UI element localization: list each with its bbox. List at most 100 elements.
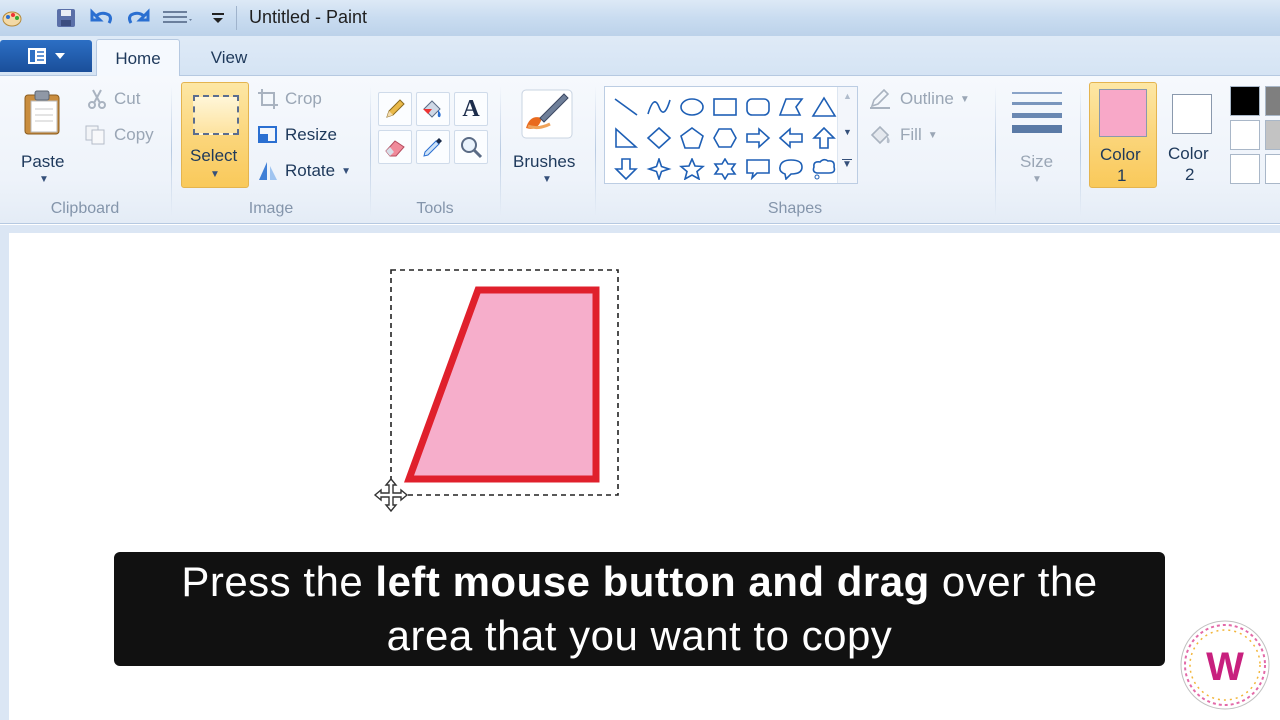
up-arrow-shape-icon[interactable] (807, 122, 840, 153)
chevron-down-icon: ▼ (341, 165, 351, 177)
tutorial-caption: Press the left mouse button and drag ove… (114, 552, 1165, 666)
paste-label: Paste (21, 152, 65, 171)
title-separator (236, 6, 237, 30)
select-label: Select (190, 146, 238, 165)
crop-button[interactable]: Crop (257, 88, 322, 110)
group-separator (370, 86, 371, 216)
properties-icon[interactable] (160, 6, 196, 30)
tab-home[interactable]: Home (96, 39, 180, 77)
oval-shape-icon[interactable] (675, 91, 708, 122)
text-icon[interactable]: A (454, 92, 488, 126)
brushes-button[interactable]: Brushes ▼ (508, 82, 586, 188)
tools-group-label: Tools (416, 200, 454, 217)
paint-app-icon[interactable] (0, 6, 24, 30)
chevron-down-icon (55, 53, 65, 59)
outline-button[interactable]: Outline ▼ (868, 88, 970, 110)
five-point-star-shape-icon[interactable] (675, 153, 708, 184)
chevron-down-icon: ▼ (959, 93, 970, 105)
color1-swatch (1099, 89, 1147, 137)
image-group-label: Image (248, 200, 294, 217)
rounded-rectangle-shape-icon[interactable] (741, 91, 774, 122)
select-button[interactable]: Select ▼ (181, 82, 249, 188)
polygon-shape-icon[interactable] (774, 91, 807, 122)
magnifier-icon[interactable] (454, 130, 488, 164)
clipboard-icon (24, 90, 60, 135)
cut-button[interactable]: Cut (86, 88, 140, 110)
color1-button[interactable]: Color 1 (1089, 82, 1157, 188)
crop-label: Crop (285, 89, 322, 108)
color2-button[interactable]: Color 2 (1160, 82, 1222, 188)
undo-icon[interactable] (90, 6, 114, 30)
group-separator (500, 86, 501, 216)
expand-gallery-icon[interactable]: ▼ (842, 159, 852, 170)
paste-button[interactable]: Paste ▼ (10, 82, 76, 188)
shapes-gallery: ▲ ▼ ▼ (604, 86, 858, 184)
oval-callout-shape-icon[interactable] (774, 153, 807, 184)
watermark-logo: W (1176, 616, 1274, 714)
chevron-down-icon: ▼ (210, 169, 220, 180)
palette-swatch[interactable] (1230, 86, 1260, 116)
redo-icon[interactable] (126, 6, 150, 30)
resize-button[interactable]: Resize (257, 124, 337, 146)
resize-label: Resize (285, 125, 337, 144)
fill-icon (870, 125, 890, 145)
rectangle-shape-icon[interactable] (708, 91, 741, 122)
fill-bucket-icon[interactable] (416, 92, 450, 126)
copy-icon (85, 125, 105, 145)
diamond-shape-icon[interactable] (642, 122, 675, 153)
line-size-icon (1012, 92, 1062, 133)
group-separator (1080, 86, 1081, 216)
tools-grid: A (378, 92, 488, 164)
size-button[interactable]: Size ▼ (1004, 82, 1068, 188)
size-label: Size (1020, 152, 1054, 171)
right-arrow-shape-icon[interactable] (741, 122, 774, 153)
ribbon-tab-row: Home View (0, 36, 1280, 77)
caption-line-2: area that you want to copy (386, 612, 893, 659)
color1-number: 1 (1117, 166, 1127, 185)
cloud-callout-shape-icon[interactable] (807, 153, 840, 184)
chevron-down-icon: ▼ (1032, 174, 1042, 185)
scroll-down-icon[interactable]: ▼ (843, 127, 852, 137)
line-shape-icon[interactable] (609, 91, 642, 122)
palette-swatch[interactable] (1265, 120, 1280, 150)
pentagon-shape-icon[interactable] (675, 122, 708, 153)
color-picker-icon[interactable] (416, 130, 450, 164)
pencil-icon[interactable] (378, 92, 412, 126)
shapes-group-label: Shapes (767, 200, 823, 217)
color2-label: Color (1168, 144, 1209, 163)
palette-swatch[interactable] (1230, 120, 1260, 150)
left-arrow-shape-icon[interactable] (774, 122, 807, 153)
file-menu-button[interactable] (0, 40, 92, 72)
hexagon-shape-icon[interactable] (708, 122, 741, 153)
eraser-icon[interactable] (378, 130, 412, 164)
color2-number: 2 (1185, 165, 1195, 184)
triangle-shape-icon[interactable] (807, 91, 840, 122)
six-point-star-shape-icon[interactable] (708, 153, 741, 184)
customize-icon[interactable] (206, 6, 230, 30)
curve-shape-icon[interactable] (642, 91, 675, 122)
down-arrow-shape-icon[interactable] (609, 153, 642, 184)
copy-button[interactable]: Copy (84, 124, 154, 146)
rectangular-callout-shape-icon[interactable] (741, 153, 774, 184)
palette-swatch[interactable] (1230, 154, 1260, 184)
tab-view[interactable]: View (190, 40, 268, 76)
rotate-button[interactable]: Rotate ▼ (257, 160, 351, 182)
save-icon[interactable] (54, 6, 78, 30)
color1-label: Color (1100, 145, 1141, 164)
copy-label: Copy (114, 125, 154, 144)
right-triangle-shape-icon[interactable] (609, 122, 642, 153)
ribbon: Paste ▼ Cut Copy Clipboard Select ▼ Crop… (0, 76, 1280, 224)
palette-swatch[interactable] (1265, 86, 1280, 116)
scissors-icon (88, 89, 106, 109)
title-bar: Untitled - Paint (0, 0, 1280, 36)
four-point-star-shape-icon[interactable] (642, 153, 675, 184)
clipboard-group-label: Clipboard (50, 200, 120, 217)
caption-text-2: over the (929, 558, 1098, 605)
fill-label: Fill (900, 125, 922, 144)
group-separator (595, 86, 596, 216)
outline-label: Outline (900, 89, 954, 108)
fill-button[interactable]: Fill ▼ (868, 124, 938, 146)
shapes-scrollbar[interactable]: ▲ ▼ ▼ (837, 87, 857, 183)
palette-swatch[interactable] (1265, 154, 1280, 184)
scroll-up-icon[interactable]: ▲ (843, 91, 852, 101)
